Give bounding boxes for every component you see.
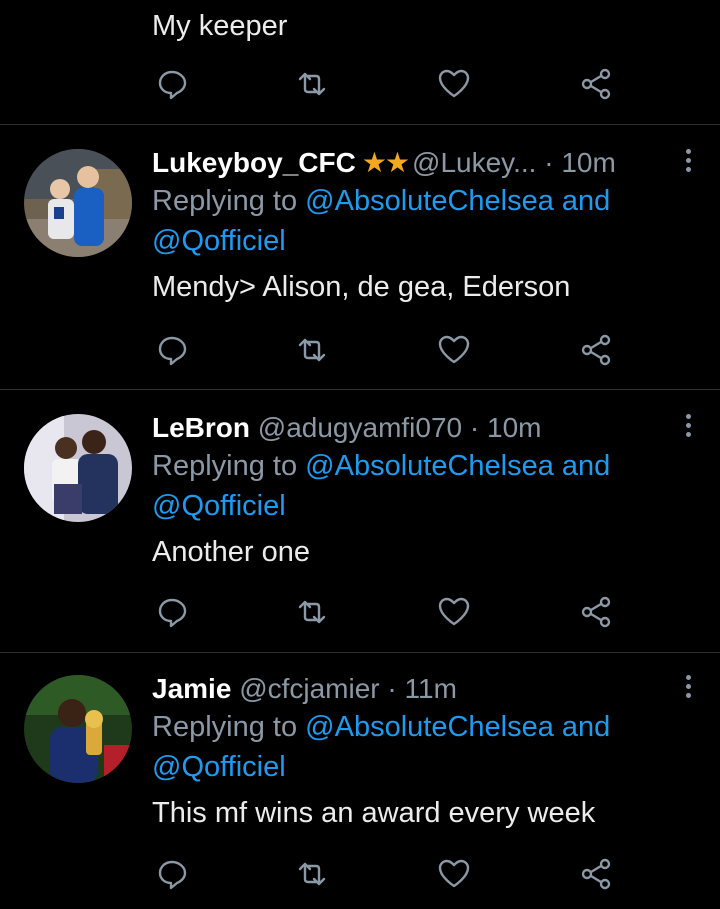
- share-icon[interactable]: [576, 64, 616, 104]
- reply-icon[interactable]: [152, 592, 192, 632]
- more-icon[interactable]: [682, 149, 694, 179]
- tweet-text: This mf wins an award every week: [152, 797, 596, 829]
- like-icon[interactable]: [434, 330, 474, 370]
- retweet-icon[interactable]: [292, 64, 332, 104]
- like-icon[interactable]: [434, 854, 474, 894]
- display-name[interactable]: Lukeyboy_CFC: [152, 147, 356, 178]
- replying-prefix: Replying to: [152, 185, 298, 217]
- avatar[interactable]: [24, 675, 132, 783]
- tweet[interactable]: Jamie @cfcjamier · 11m Replying to @Abso…: [0, 653, 720, 909]
- separator: ·: [469, 412, 480, 443]
- replying-prefix: Replying to: [152, 450, 298, 482]
- timestamp[interactable]: 10m: [561, 147, 615, 178]
- replying-to-line-2: @Qofficiel: [152, 221, 700, 261]
- retweet-icon[interactable]: [292, 854, 332, 894]
- more-icon[interactable]: [682, 414, 694, 444]
- replying-to: Replying to @AbsoluteChelsea and: [152, 446, 700, 486]
- share-icon[interactable]: [576, 330, 616, 370]
- replying-to-line-2: @Qofficiel: [152, 747, 700, 787]
- replying-to: Replying to @AbsoluteChelsea and: [152, 707, 700, 747]
- tweet[interactable]: Lukeyboy_CFC ★★ @Lukey... · 10m Replying t…: [0, 125, 720, 390]
- replying-prefix: Replying to: [152, 711, 298, 743]
- retweet-icon[interactable]: [292, 330, 332, 370]
- replying-to-link[interactable]: @AbsoluteChelsea and: [305, 185, 610, 217]
- separator: ·: [387, 673, 397, 704]
- tweet[interactable]: LeBron @adugyamfi070 · 10m Replying to @…: [0, 390, 720, 653]
- like-icon[interactable]: [434, 64, 474, 104]
- replying-to-line-2: @Qofficiel: [152, 486, 700, 526]
- star-badge: ★★: [361, 147, 410, 178]
- display-name[interactable]: LeBron: [152, 412, 250, 443]
- tweet-text: My keeper: [152, 10, 288, 42]
- handle[interactable]: @cfcjamier: [239, 673, 379, 704]
- tweet-text: Another one: [152, 536, 311, 568]
- separator: ·: [544, 147, 554, 178]
- reply-feed: My keeper Lukeyboy_CFC ★★ @Lukey... · 10…: [0, 0, 720, 909]
- handle[interactable]: @Lukey...: [412, 147, 536, 178]
- reply-icon[interactable]: [152, 330, 192, 370]
- replying-to-link[interactable]: @AbsoluteChelsea and: [305, 711, 610, 743]
- avatar[interactable]: [24, 149, 132, 257]
- mention-link[interactable]: @Qofficiel: [152, 225, 286, 257]
- tweet-header: Jamie @cfcjamier · 11m: [152, 671, 700, 707]
- tweet-header: Lukeyboy_CFC ★★ @Lukey... · 10m: [152, 145, 700, 181]
- retweet-icon[interactable]: [292, 592, 332, 632]
- tweet-header: LeBron @adugyamfi070 · 10m: [152, 410, 700, 446]
- reply-icon[interactable]: [152, 64, 192, 104]
- handle[interactable]: @adugyamfi070: [258, 412, 462, 443]
- mention-link[interactable]: @Qofficiel: [152, 751, 286, 783]
- display-name[interactable]: Jamie: [152, 673, 231, 704]
- timestamp[interactable]: 11m: [405, 673, 457, 704]
- replying-to: Replying to @AbsoluteChelsea and: [152, 181, 700, 221]
- more-icon[interactable]: [682, 675, 694, 705]
- tweet-partial[interactable]: My keeper: [0, 0, 720, 125]
- avatar[interactable]: [24, 414, 132, 522]
- like-icon[interactable]: [434, 592, 474, 632]
- reply-icon[interactable]: [152, 854, 192, 894]
- share-icon[interactable]: [576, 592, 616, 632]
- replying-to-link[interactable]: @AbsoluteChelsea and: [305, 450, 610, 482]
- share-icon[interactable]: [576, 854, 616, 894]
- mention-link[interactable]: @Qofficiel: [152, 490, 286, 522]
- tweet-text: Mendy> Alison, de gea, Ederson: [152, 271, 571, 303]
- timestamp[interactable]: 10m: [487, 412, 541, 443]
